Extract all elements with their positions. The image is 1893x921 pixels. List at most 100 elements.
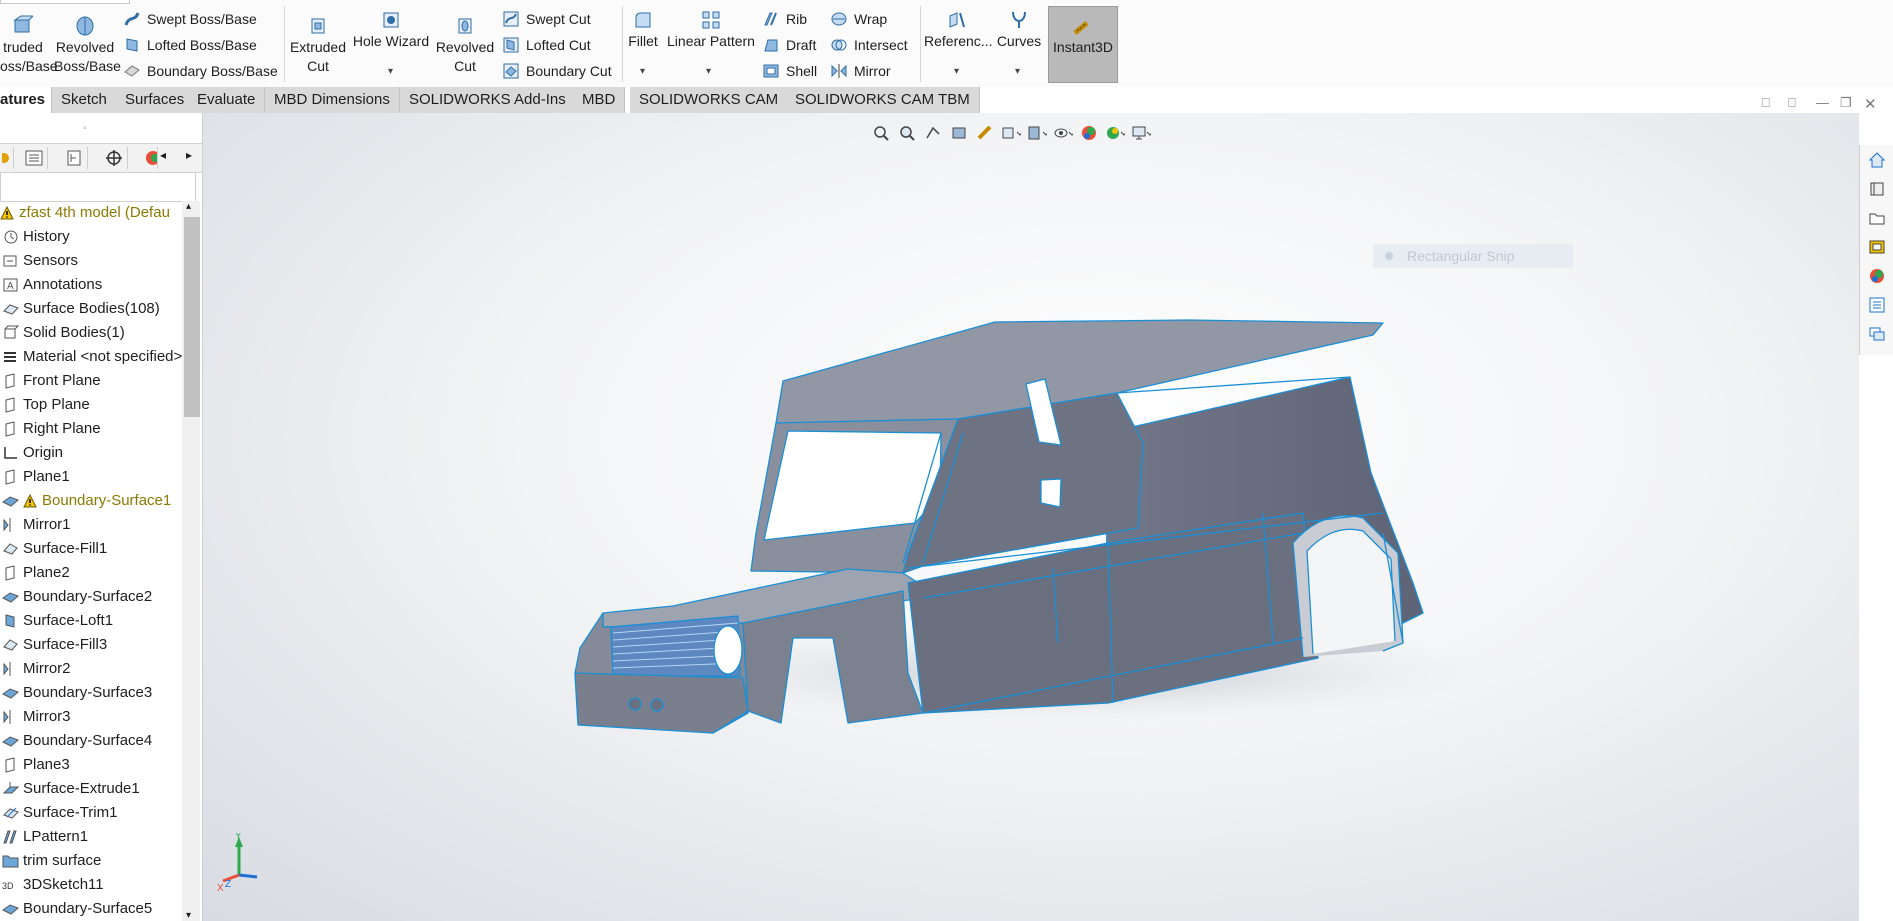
tree-item[interactable]: Boundary-Surface5	[0, 897, 182, 921]
tree-item[interactable]: Surface-Extrude1	[0, 777, 182, 801]
instant3d-button[interactable]: Instant3D	[1048, 6, 1118, 83]
rib-button[interactable]: Rib	[762, 8, 807, 30]
tree-item[interactable]: Mirror3	[0, 705, 182, 729]
tree-item[interactable]: Front Plane	[0, 369, 182, 393]
tree-item-label: Top Plane	[23, 396, 90, 413]
scroll-down-icon[interactable]: ▾	[186, 910, 191, 921]
draft-button[interactable]: Draft	[762, 34, 816, 56]
revolved-boss-button[interactable]: Revolved Boss/Base	[54, 14, 121, 76]
tree-item[interactable]: Surface-Fill3	[0, 633, 182, 657]
wrap-button[interactable]: Wrap	[830, 8, 887, 30]
hole-wizard-dropdown-icon[interactable]: ▾	[388, 66, 393, 77]
car-body-model[interactable]	[203, 113, 1859, 921]
tab-evaluate[interactable]: Evaluate	[188, 87, 266, 113]
boundary-cut-button[interactable]: Boundary Cut	[502, 60, 612, 82]
solidworks-resources-tab[interactable]	[1860, 145, 1893, 174]
surface-trim-icon	[2, 805, 20, 821]
file-explorer-tab[interactable]	[1860, 203, 1893, 232]
tile-right-icon[interactable]: ⎕	[1788, 95, 1796, 111]
configuration-manager-tab[interactable]	[60, 147, 88, 169]
tree-item-label: Solid Bodies(1)	[23, 324, 125, 341]
mirror-label: Mirror	[854, 63, 891, 79]
scrollbar-thumb[interactable]	[184, 217, 200, 417]
tree-root[interactable]: zfast 4th model (Defau	[0, 201, 182, 225]
tree-item[interactable]: Boundary-Surface3	[0, 681, 182, 705]
property-manager-tab[interactable]	[20, 147, 48, 169]
tree-item[interactable]: Surface-Trim1	[0, 801, 182, 825]
fillet-dropdown-icon[interactable]: ▾	[640, 66, 645, 77]
tile-left-icon[interactable]: ⎕	[1762, 95, 1770, 111]
tree-item[interactable]: Surface Bodies(108)	[0, 297, 182, 321]
boundary-boss-button[interactable]: Boundary Boss/Base	[123, 60, 278, 82]
tree-item[interactable]: Surface-Fill1	[0, 537, 182, 561]
tree-item[interactable]: Plane2	[0, 561, 182, 585]
surface-loft-icon	[2, 613, 20, 629]
tabs-scroll-right-icon[interactable]: ▸	[186, 148, 192, 162]
tab-sketch[interactable]: Sketch	[52, 87, 117, 113]
tree-item[interactable]: Right Plane	[0, 417, 182, 441]
custom-properties-tab[interactable]	[1860, 290, 1893, 319]
intersect-button[interactable]: Intersect	[830, 34, 908, 56]
close-document-icon[interactable]: ✕	[1864, 95, 1877, 113]
linear-pattern-dropdown-icon[interactable]: ▾	[706, 66, 711, 77]
restore-document-icon[interactable]: ❐	[1840, 95, 1852, 111]
extruded-boss-button[interactable]: truded oss/Base	[0, 14, 58, 76]
tabs-scroll-left-icon[interactable]: ◂	[160, 148, 166, 162]
tree-item[interactable]: LPattern1	[0, 825, 182, 849]
tab-mbd-dimensions[interactable]: MBD Dimensions	[265, 87, 400, 113]
extruded-cut-label-2: Cut	[307, 58, 329, 74]
feature-tree-filter-input[interactable]	[0, 172, 196, 202]
tab-solidworks-cam-tbm[interactable]: SOLIDWORKS CAM TBM	[786, 87, 980, 113]
tree-item[interactable]: Mirror2	[0, 657, 182, 681]
mirror-button[interactable]: Mirror	[830, 60, 891, 82]
tree-item[interactable]: Mirror1	[0, 513, 182, 537]
tree-item[interactable]: Boundary-Surface2	[0, 585, 182, 609]
display-manager-tab[interactable]	[140, 147, 158, 169]
tree-item[interactable]: Top Plane	[0, 393, 182, 417]
tree-item[interactable]: Sensors	[0, 249, 182, 273]
tree-item[interactable]: Surface-Loft1	[0, 609, 182, 633]
tree-item[interactable]: 3D 3DSketch11	[0, 873, 182, 897]
view-palette-tab[interactable]	[1860, 232, 1893, 261]
hole-wizard-button[interactable]: Hole Wizard	[352, 10, 430, 51]
graphics-area[interactable]: Rectangular Snip Y X Z	[203, 113, 1859, 921]
tree-item[interactable]: Boundary-Surface1	[0, 489, 182, 513]
design-library-tab[interactable]	[1860, 174, 1893, 203]
tree-item[interactable]: Plane1	[0, 465, 182, 489]
scroll-up-icon[interactable]: ▴	[186, 201, 191, 212]
feature-manager-tab[interactable]	[0, 147, 14, 169]
appearances-tab[interactable]	[1860, 261, 1893, 290]
tab-features[interactable]: atures	[0, 87, 52, 113]
swept-cut-button[interactable]: Swept Cut	[502, 8, 591, 30]
revolved-cut-button[interactable]: Revolved Cut	[434, 16, 496, 76]
shell-button[interactable]: Shell	[762, 60, 817, 82]
lofted-boss-button[interactable]: Lofted Boss/Base	[123, 34, 257, 56]
tree-item[interactable]: Plane3	[0, 753, 182, 777]
tree-item[interactable]: A Annotations	[0, 273, 182, 297]
tab-solidworks-cam[interactable]: SOLIDWORKS CAM	[630, 87, 789, 113]
forum-tab[interactable]	[1860, 319, 1893, 348]
dimxpert-manager-tab[interactable]	[100, 147, 128, 169]
tree-item[interactable]: Material <not specified>	[0, 345, 182, 369]
curves-dropdown-icon[interactable]: ▾	[1015, 66, 1020, 77]
tab-mbd[interactable]: MBD	[573, 87, 626, 113]
tree-item[interactable]: Solid Bodies(1)	[0, 321, 182, 345]
minimize-document-icon[interactable]: —	[1816, 95, 1829, 110]
tree-item[interactable]: Boundary-Surface4	[0, 729, 182, 753]
feature-manager-tabs: ◂ ▸	[0, 143, 202, 173]
extruded-cut-button[interactable]: Extruded Cut	[288, 16, 348, 76]
tree-item[interactable]: trim surface	[0, 849, 182, 873]
tree-item[interactable]: Origin	[0, 441, 182, 465]
swept-boss-button[interactable]: Swept Boss/Base	[123, 8, 257, 30]
curves-button[interactable]: Curves	[994, 10, 1044, 51]
reference-geometry-button[interactable]: Referenc...	[924, 10, 992, 51]
tree-item[interactable]: History	[0, 225, 182, 249]
linear-pattern-button[interactable]: Linear Pattern	[664, 10, 758, 51]
reference-geometry-dropdown-icon[interactable]: ▾	[954, 66, 959, 77]
feature-tree-scrollbar[interactable]: ▴ ▾	[182, 201, 200, 921]
fillet-button[interactable]: Fillet	[626, 10, 660, 51]
tab-solidworks-add-ins[interactable]: SOLIDWORKS Add-Ins	[400, 87, 576, 113]
panel-splitter-icon[interactable]: ◦	[83, 123, 87, 134]
lofted-cut-button[interactable]: Lofted Cut	[502, 34, 591, 56]
tab-surfaces[interactable]: Surfaces	[116, 87, 195, 113]
